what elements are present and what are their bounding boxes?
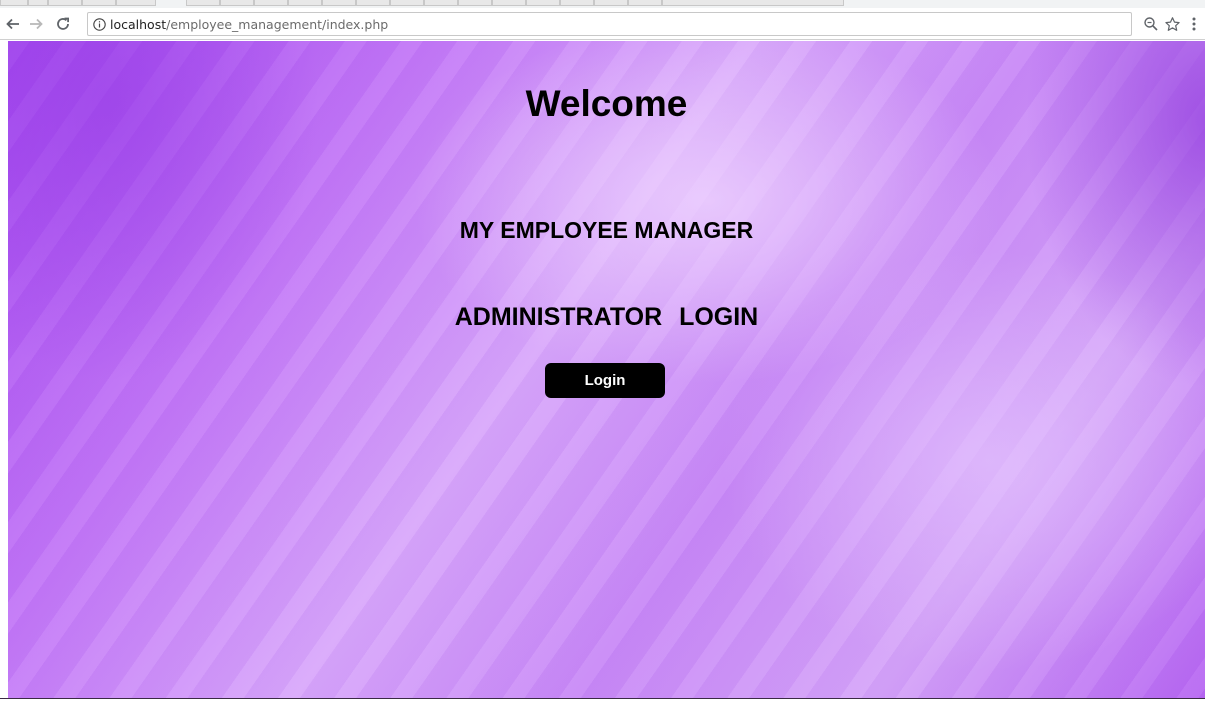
browser-tab[interactable] [28, 0, 48, 6]
browser-tab[interactable] [628, 0, 662, 6]
window-bottom-edge [0, 698, 1205, 703]
forward-arrow-icon[interactable] [25, 13, 47, 35]
reload-icon[interactable] [52, 13, 74, 35]
app-title: MY EMPLOYEE MANAGER [459, 217, 754, 243]
browser-tab[interactable] [254, 0, 288, 6]
browser-tab[interactable] [0, 0, 28, 6]
browser-tab[interactable] [492, 0, 526, 6]
browser-tab[interactable] [424, 0, 458, 6]
browser-tab[interactable] [560, 0, 594, 6]
browser-tab[interactable] [526, 0, 560, 6]
login-button[interactable]: Login [545, 363, 665, 398]
browser-tab-active[interactable] [662, 0, 844, 6]
url-path: /employee_management/index.php [166, 16, 389, 32]
browser-toolbar: localhost/employee_management/index.php [0, 8, 1205, 40]
browser-tab[interactable] [288, 0, 322, 6]
browser-tab[interactable] [356, 0, 390, 6]
browser-tab[interactable] [48, 0, 82, 6]
page-content: Welcome MY EMPLOYEE MANAGER ADMINISTRATO… [8, 41, 1205, 698]
browser-tab[interactable] [390, 0, 424, 6]
star-icon[interactable] [1164, 13, 1181, 35]
browser-tab[interactable] [458, 0, 492, 6]
browser-tab[interactable] [220, 0, 254, 6]
back-arrow-icon[interactable] [2, 13, 24, 35]
url-text: localhost/employee_management/index.php [110, 17, 388, 32]
browser-tab[interactable] [322, 0, 356, 6]
address-bar[interactable]: localhost/employee_management/index.php [87, 12, 1132, 36]
browser-tab[interactable] [82, 0, 116, 6]
browser-tab[interactable] [116, 0, 156, 6]
kebab-menu-icon[interactable] [1191, 13, 1197, 35]
info-icon[interactable] [92, 17, 106, 31]
window-edge [0, 41, 8, 698]
browser-tab[interactable] [594, 0, 628, 6]
tab-strip [0, 0, 1205, 8]
url-host: localhost [110, 16, 167, 32]
welcome-heading: Welcome [525, 83, 688, 124]
admin-login-heading: ADMINISTRATOR LOGIN [454, 303, 759, 331]
page-viewport: Welcome MY EMPLOYEE MANAGER ADMINISTRATO… [8, 41, 1205, 698]
zoom-icon[interactable] [1143, 13, 1159, 35]
browser-tab[interactable] [186, 0, 220, 6]
